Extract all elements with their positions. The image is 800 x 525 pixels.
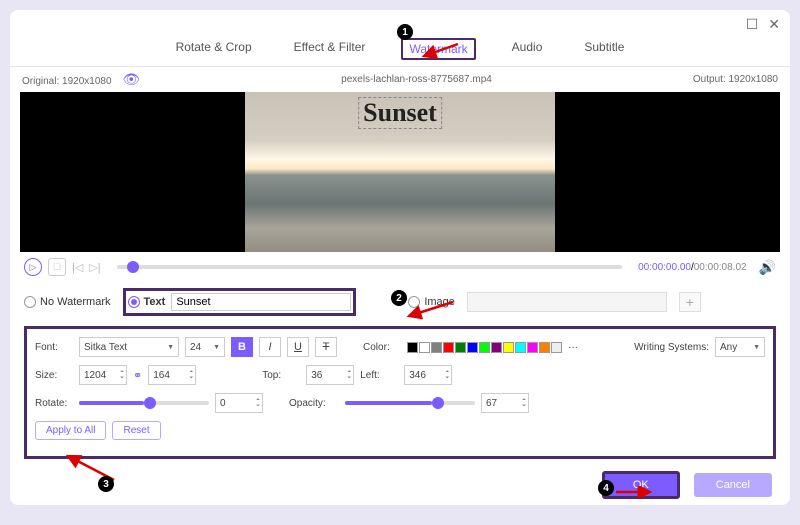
- tab-subtitle[interactable]: Subtitle: [578, 38, 630, 60]
- output-label: Output:: [693, 74, 726, 85]
- color-swatch[interactable]: [443, 342, 454, 353]
- width-input[interactable]: 1204: [79, 365, 127, 385]
- underline-button[interactable]: U: [287, 337, 309, 357]
- callout-2: 2: [391, 290, 407, 306]
- duration-time: 00:00:08.02: [694, 262, 747, 273]
- callout-4: 4: [598, 480, 614, 496]
- color-swatches: [407, 342, 562, 353]
- italic-button[interactable]: I: [259, 337, 281, 357]
- color-swatch[interactable]: [479, 342, 490, 353]
- opacity-label: Opacity:: [289, 398, 339, 409]
- apply-to-all-button[interactable]: Apply to All: [35, 421, 106, 440]
- opacity-input[interactable]: 67: [481, 393, 529, 413]
- rotate-input[interactable]: 0: [215, 393, 263, 413]
- font-label: Font:: [35, 342, 73, 353]
- prev-frame-button[interactable]: |◁: [72, 261, 83, 274]
- tab-audio[interactable]: Audio: [506, 38, 549, 60]
- color-swatch[interactable]: [407, 342, 418, 353]
- original-resolution: 1920x1080: [62, 76, 112, 87]
- callout-1: 1: [397, 24, 413, 40]
- watermark-overlay[interactable]: Sunset: [358, 97, 442, 129]
- color-swatch[interactable]: [515, 342, 526, 353]
- playback-controls: ▷ ☐ |◁ ▷| 00:00:00.00/00:00:08.02 🔊: [10, 252, 790, 282]
- preview-area: Sunset: [20, 92, 780, 252]
- info-row: Original: 1920x1080 👁 pexels-lachlan-ros…: [10, 67, 790, 92]
- play-button[interactable]: ▷: [24, 258, 42, 276]
- video-preview[interactable]: Sunset: [245, 92, 555, 252]
- color-swatch[interactable]: [539, 342, 550, 353]
- visibility-icon[interactable]: 👁: [122, 71, 140, 87]
- tab-effect-filter[interactable]: Effect & Filter: [288, 38, 372, 60]
- original-label: Original:: [22, 76, 59, 87]
- height-input[interactable]: 164: [148, 365, 196, 385]
- watermark-settings: Font: Sitka Text 24 B I U T Color: ··· W…: [24, 326, 776, 459]
- bold-button[interactable]: B: [231, 337, 253, 357]
- color-swatch[interactable]: [467, 342, 478, 353]
- rotate-slider[interactable]: [79, 401, 209, 405]
- link-icon[interactable]: ⚭: [133, 369, 142, 382]
- timeline-thumb[interactable]: [127, 261, 139, 273]
- no-watermark-option[interactable]: No Watermark: [24, 296, 111, 308]
- opacity-slider[interactable]: [345, 401, 475, 405]
- color-swatch[interactable]: [419, 342, 430, 353]
- filename-label: pexels-lachlan-ross-8775687.mp4: [341, 74, 492, 85]
- more-colors-button[interactable]: ···: [568, 342, 578, 353]
- tab-rotate-crop[interactable]: Rotate & Crop: [170, 38, 258, 60]
- callout-3: 3: [98, 476, 114, 492]
- image-path-input[interactable]: [467, 292, 667, 312]
- color-swatch[interactable]: [527, 342, 538, 353]
- size-label: Size:: [35, 370, 73, 381]
- stop-button[interactable]: ☐: [48, 258, 66, 276]
- maximize-button[interactable]: ☐: [746, 16, 759, 33]
- text-option[interactable]: Text: [128, 296, 166, 308]
- current-time: 00:00:00.00: [638, 262, 691, 273]
- color-swatch[interactable]: [503, 342, 514, 353]
- tab-watermark[interactable]: Watermark: [401, 38, 475, 60]
- time-display: 00:00:00.00/00:00:08.02: [638, 262, 746, 273]
- text-watermark-group: Text: [123, 288, 357, 316]
- top-input[interactable]: 36: [306, 365, 354, 385]
- color-swatch[interactable]: [491, 342, 502, 353]
- dialog-footer: OK Cancel: [10, 463, 790, 507]
- add-image-button[interactable]: +: [679, 292, 701, 312]
- color-swatch[interactable]: [455, 342, 466, 353]
- cancel-button[interactable]: Cancel: [694, 473, 772, 497]
- font-size-select[interactable]: 24: [185, 337, 225, 357]
- tab-bar: Rotate & Crop Effect & Filter Watermark …: [10, 38, 790, 67]
- font-family-select[interactable]: Sitka Text: [79, 337, 179, 357]
- watermark-text-input[interactable]: [171, 293, 351, 311]
- output-resolution: 1920x1080: [728, 74, 778, 85]
- image-option[interactable]: Image: [408, 296, 455, 308]
- color-label: Color:: [363, 342, 401, 353]
- volume-icon[interactable]: 🔊: [759, 259, 776, 276]
- next-frame-button[interactable]: ▷|: [89, 261, 100, 274]
- top-label: Top:: [262, 370, 300, 381]
- writing-systems-label: Writing Systems:: [634, 342, 709, 353]
- timeline-slider[interactable]: [117, 265, 622, 269]
- strike-button[interactable]: T: [315, 337, 337, 357]
- color-swatch[interactable]: [431, 342, 442, 353]
- color-swatch[interactable]: [551, 342, 562, 353]
- close-button[interactable]: ✕: [768, 16, 780, 33]
- editor-window: ☐ ✕ Rotate & Crop Effect & Filter Waterm…: [10, 10, 790, 505]
- reset-button[interactable]: Reset: [112, 421, 160, 440]
- left-label: Left:: [360, 370, 398, 381]
- left-input[interactable]: 346: [404, 365, 452, 385]
- rotate-label: Rotate:: [35, 398, 73, 409]
- writing-systems-select[interactable]: Any: [715, 337, 765, 357]
